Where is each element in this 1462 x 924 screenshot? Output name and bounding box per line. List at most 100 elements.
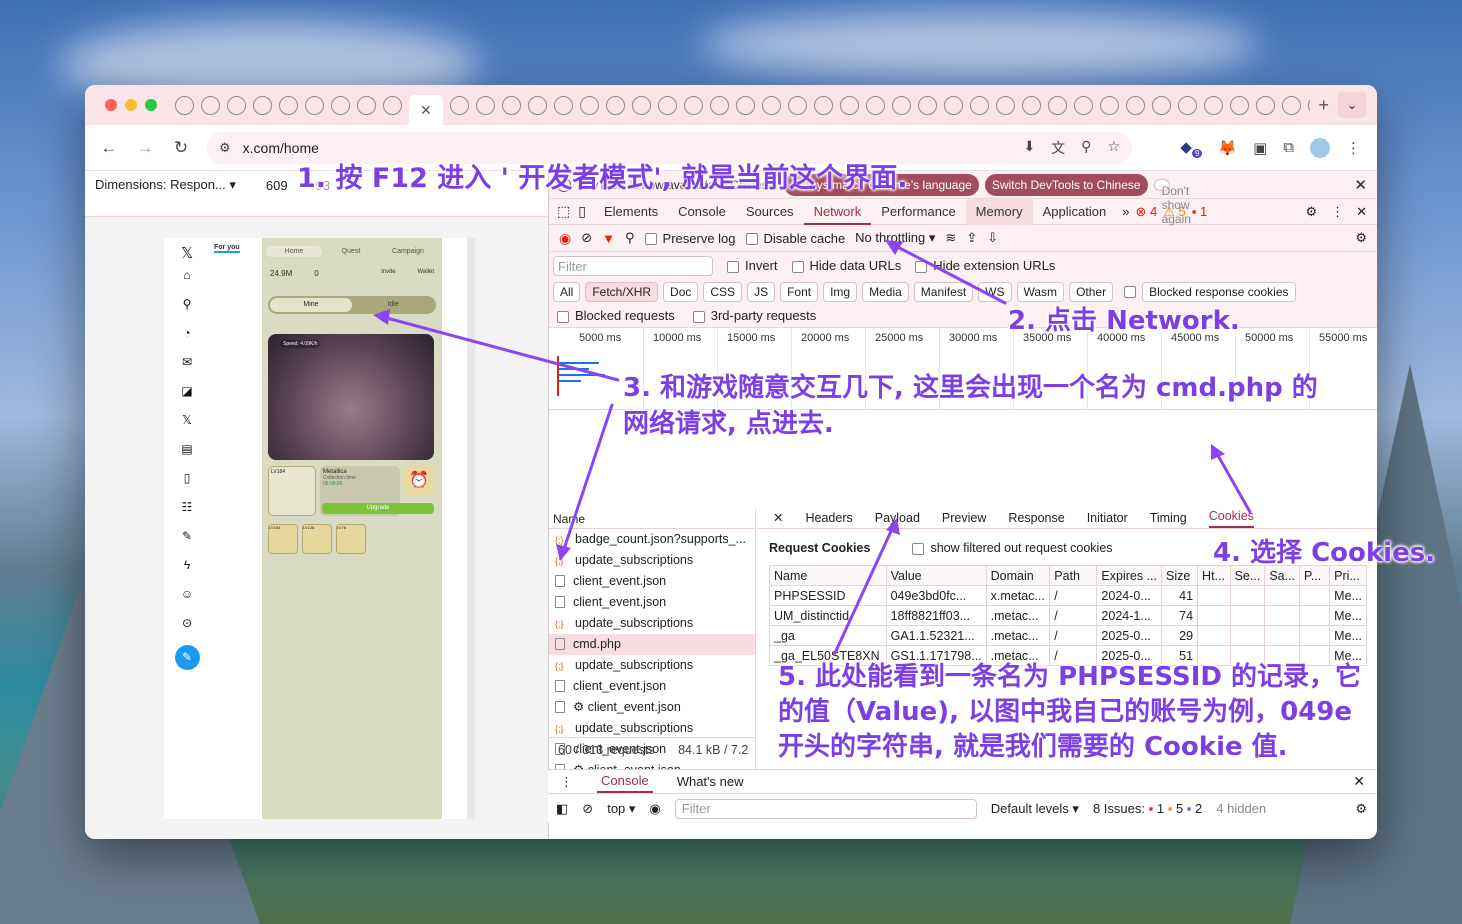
profile-icon[interactable]: ☺ xyxy=(164,587,210,616)
browser-tab[interactable] xyxy=(710,95,729,115)
browser-tab[interactable] xyxy=(305,95,324,115)
devtools-menu-icon[interactable]: ⋮ xyxy=(1325,204,1350,220)
cookie-column-header[interactable]: Path xyxy=(1049,565,1098,586)
request-row[interactable]: client_event.json xyxy=(549,592,755,613)
browser-tab[interactable] xyxy=(383,95,402,115)
issues-counter[interactable]: 8 Issues: ▪ 1 ▪ 5 ▪ 2 xyxy=(1093,801,1202,816)
browser-tab[interactable] xyxy=(253,95,272,115)
drawer-menu-icon[interactable]: ⋮ xyxy=(560,774,573,790)
cookie-column-header[interactable]: Name xyxy=(769,565,887,586)
browser-tab[interactable] xyxy=(606,95,625,115)
post-button[interactable]: ✎ xyxy=(164,645,210,674)
inspect-element-icon[interactable]: ⬚ xyxy=(549,203,578,220)
browser-tab[interactable] xyxy=(1074,95,1093,115)
search-icon[interactable]: ⚲ xyxy=(625,230,635,246)
request-row[interactable]: {;} update_subscriptions xyxy=(549,550,755,571)
browser-tab[interactable] xyxy=(762,95,781,115)
request-row[interactable]: {;} update_subscriptions xyxy=(549,655,755,676)
close-infobar-icon[interactable]: ✕ xyxy=(1354,176,1367,194)
mini-card[interactable]: LV184 xyxy=(268,524,298,554)
browser-tab[interactable] xyxy=(1178,95,1197,115)
type-filter-doc[interactable]: Doc xyxy=(663,281,699,302)
browser-tab[interactable] xyxy=(658,95,677,115)
cookie-row[interactable]: UM_distinctid 18ff8821ff03... .metac.../20… xyxy=(769,605,1367,626)
upgrade-button[interactable]: Upgrade xyxy=(322,503,434,514)
live-expression-eye-icon[interactable]: ◉ xyxy=(649,801,660,817)
browser-tab[interactable] xyxy=(632,95,651,115)
extensions-puzzle-icon[interactable]: ⧉ xyxy=(1283,139,1294,156)
invert-checkbox[interactable]: Invert xyxy=(727,258,778,273)
dimensions-select[interactable]: Dimensions: Respon... ▾ xyxy=(95,177,236,193)
detail-tab-cookies[interactable]: Cookies xyxy=(1208,509,1254,528)
context-select[interactable]: top ▾ xyxy=(607,801,635,817)
browser-tab[interactable] xyxy=(331,95,350,115)
detail-tab-headers[interactable]: Headers xyxy=(805,511,852,528)
third-party-checkbox[interactable]: 3rd-party requests xyxy=(692,308,816,323)
request-row[interactable]: client_event.json xyxy=(549,571,755,592)
close-drawer-icon[interactable]: ✕ xyxy=(1353,773,1365,790)
cookie-column-header[interactable]: Size xyxy=(1160,565,1199,586)
metamask-icon[interactable]: 🦊 xyxy=(1218,139,1237,157)
console-filter-input[interactable]: Filter xyxy=(674,798,977,819)
width-input[interactable]: 609 xyxy=(266,178,288,193)
type-filter-js[interactable]: JS xyxy=(747,281,776,302)
type-filter-css[interactable]: CSS xyxy=(703,281,743,302)
detail-tab-preview[interactable]: Preview xyxy=(942,511,986,528)
browser-tab[interactable] xyxy=(175,95,194,115)
browser-tab[interactable] xyxy=(1100,95,1119,115)
show-filtered-checkbox[interactable]: show filtered out request cookies xyxy=(912,541,1113,555)
name-column-header[interactable]: Name xyxy=(549,509,755,529)
hide-data-urls-checkbox[interactable]: Hide data URLs xyxy=(791,258,901,273)
extension-icon[interactable]: ▣ xyxy=(1253,139,1267,157)
browser-tab[interactable] xyxy=(1022,95,1041,115)
filter-input[interactable]: Filter xyxy=(553,255,713,276)
detail-tab-payload[interactable]: Payload xyxy=(875,511,920,528)
issue-count[interactable]: ▪ 1 xyxy=(1192,204,1207,219)
browser-tab[interactable] xyxy=(201,95,220,115)
browser-tab[interactable] xyxy=(357,95,376,115)
browser-tab[interactable] xyxy=(684,95,703,115)
switch-chinese-button[interactable]: Switch DevTools to Chinese xyxy=(984,173,1148,196)
tab-network[interactable]: Network xyxy=(803,199,872,225)
alarm-clock-icon[interactable]: ⏰ xyxy=(404,466,434,496)
tab-search-button[interactable]: ⌄ xyxy=(1337,92,1367,118)
game-nav-home[interactable]: Home xyxy=(266,246,322,257)
record-icon[interactable]: ◉ xyxy=(559,230,571,247)
install-app-icon[interactable]: ⬇ xyxy=(1023,138,1035,158)
type-filter-all[interactable]: All xyxy=(553,281,581,302)
type-filter-manifest[interactable]: Manifest xyxy=(913,281,974,302)
for-you-tab[interactable]: For you xyxy=(214,244,240,253)
blocked-cookies-checkbox[interactable]: Blocked response cookies xyxy=(1118,281,1301,302)
sidebar-toggle-icon[interactable]: ◧ xyxy=(556,801,568,817)
browser-tab[interactable] xyxy=(1048,95,1067,115)
browser-tab[interactable] xyxy=(788,95,807,115)
request-row[interactable]: {;} update_subscriptions xyxy=(549,718,755,739)
browser-tab[interactable] xyxy=(918,95,937,115)
lists-icon[interactable]: ▤ xyxy=(164,442,210,471)
cookie-column-header[interactable]: Expires ... xyxy=(1096,565,1162,586)
cookie-column-header[interactable]: Domain xyxy=(985,565,1051,586)
wifi-conditions-icon[interactable]: ≋ xyxy=(945,230,956,246)
articles-icon[interactable]: ✎ xyxy=(164,529,210,558)
back-button[interactable]: ← xyxy=(91,138,127,158)
browser-tab[interactable] xyxy=(580,95,599,115)
tab-elements[interactable]: Elements xyxy=(594,199,668,225)
wallet-button[interactable]: Wallet xyxy=(418,269,434,278)
translate-icon[interactable]: 文 xyxy=(1051,138,1065,158)
import-har-icon[interactable]: ⇪ xyxy=(966,230,977,246)
type-filter-fetch-xhr[interactable]: Fetch/XHR xyxy=(585,281,659,302)
browser-tab[interactable] xyxy=(450,95,469,115)
zoom-icon[interactable]: ⚲ xyxy=(1081,138,1091,158)
bookmark-star-icon[interactable]: ☆ xyxy=(1107,138,1120,158)
dont-show-again-button[interactable]: Don't show again xyxy=(1153,178,1191,226)
browser-tab[interactable] xyxy=(1308,95,1311,115)
network-settings-icon[interactable]: ⚙ xyxy=(1355,230,1367,246)
close-detail-icon[interactable]: ✕ xyxy=(773,510,783,528)
notifications-icon[interactable]: ◔ xyxy=(164,326,210,355)
browser-tab[interactable] xyxy=(1230,95,1249,115)
character-card[interactable]: LV184 xyxy=(268,466,316,516)
filter-funnel-icon[interactable]: ▼ xyxy=(602,231,615,246)
type-filter-media[interactable]: Media xyxy=(862,281,909,302)
mini-card[interactable]: LV76 xyxy=(336,524,366,554)
mine-tab[interactable]: Mine xyxy=(270,298,352,312)
